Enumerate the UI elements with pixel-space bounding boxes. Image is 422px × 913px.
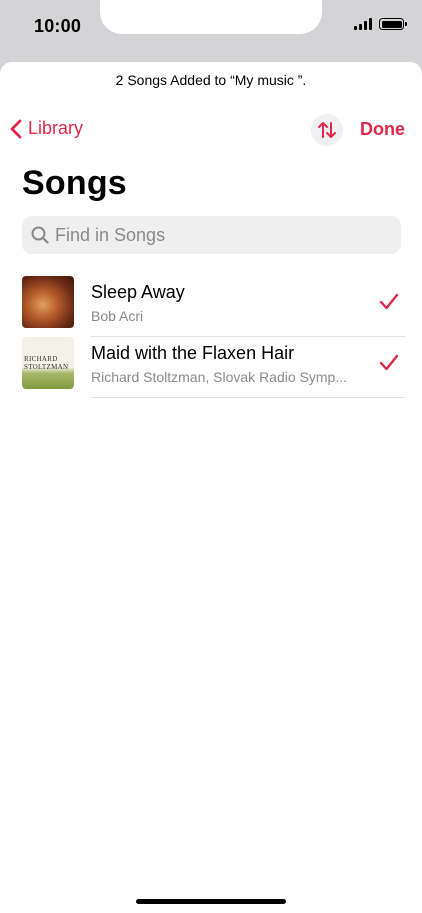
album-artwork-text: RICHARD STOLTZMAN [24, 355, 69, 371]
checkmark-icon [379, 354, 399, 371]
album-artwork: RICHARD STOLTZMAN [22, 337, 74, 389]
song-title: Sleep Away [91, 282, 185, 302]
page-title: Songs [22, 164, 127, 202]
sort-button[interactable] [311, 114, 343, 146]
sort-arrows-icon [318, 122, 336, 138]
search-icon [31, 226, 49, 244]
chevron-left-icon [10, 119, 22, 138]
album-artwork [22, 276, 74, 328]
row-separator [91, 397, 405, 398]
nav-bar: Library Done [0, 114, 422, 148]
song-artist: Bob Acri [91, 308, 144, 324]
added-toast: 2 Songs Added to “My music ”. [115, 72, 307, 88]
song-row[interactable]: RICHARD STOLTZMAN Maid with the Flaxen H… [0, 337, 422, 398]
song-artist: Richard Stoltzman, Slovak Radio Symp... [91, 369, 347, 385]
battery-icon [379, 18, 407, 30]
back-button[interactable]: Library [10, 118, 83, 139]
song-row[interactable]: Sleep Away Bob Acri [0, 276, 422, 337]
songs-sheet: 2 Songs Added to “My music ”. Library Do… [0, 62, 422, 913]
checkmark-icon [379, 293, 399, 310]
notch [100, 0, 322, 34]
search-field[interactable]: Find in Songs [22, 216, 401, 254]
back-label: Library [28, 118, 84, 138]
cellular-signal-icon [354, 18, 372, 30]
screen: 10:00 2 Songs Added to “My music ”. Libr… [0, 0, 422, 913]
status-icons [354, 18, 407, 30]
search-placeholder: Find in Songs [55, 224, 166, 245]
done-button[interactable]: Done [360, 119, 405, 140]
home-indicator[interactable] [136, 899, 286, 904]
status-bar: 10:00 [0, 0, 422, 56]
status-time: 10:00 [34, 16, 82, 36]
song-title: Maid with the Flaxen Hair [91, 343, 295, 363]
